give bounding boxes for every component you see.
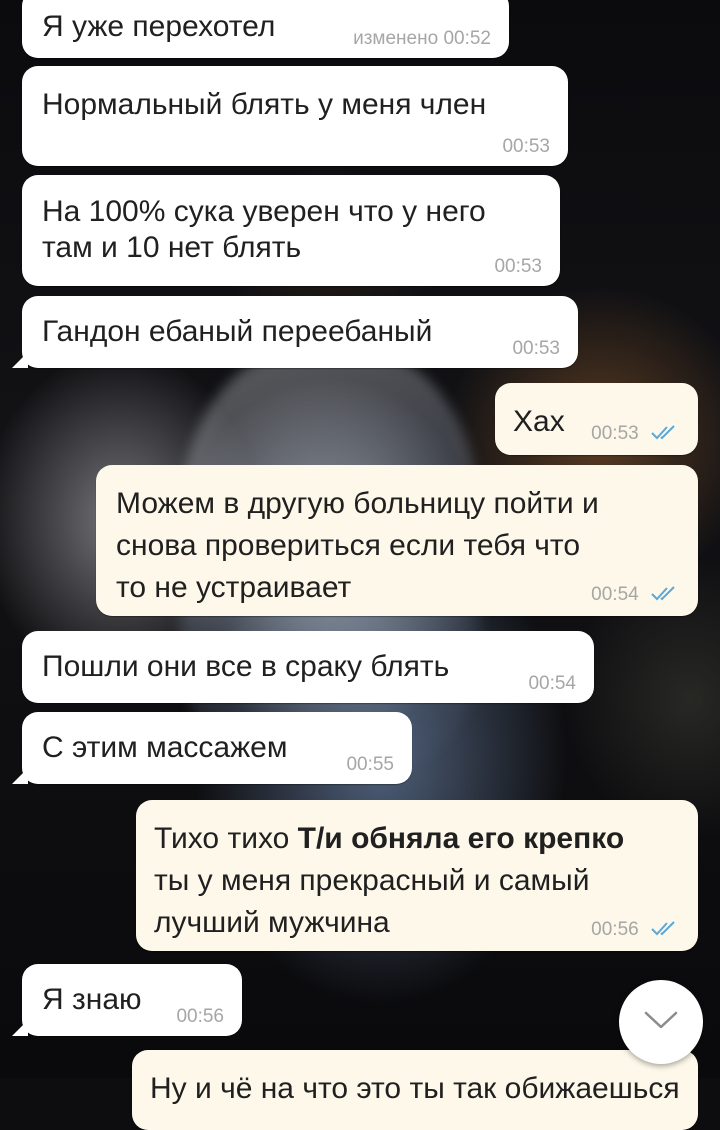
message-meta: 00:53 [591,423,680,445]
message-time: 00:52 [443,28,491,49]
double-check-icon [650,585,680,601]
message-time: 00:54 [528,673,576,694]
message-meta: 00:56 [591,919,680,941]
message-time: 00:53 [502,136,550,157]
message-time: 00:56 [591,919,639,940]
message-text-line: Можем в другую больницу пойти и [116,487,599,520]
message-incoming[interactable]: С этим массажем 00:55 [12,712,412,784]
message-text-line: Тихо тихо Т/и обняла его крепко [154,818,680,860]
message-time: 00:53 [591,423,639,444]
message-text-prefix: Тихо тихо [154,822,298,855]
message-time: 00:53 [512,338,560,359]
message-incoming[interactable]: Гандон ебаный переебаный 00:53 [12,296,578,368]
message-meta: 00:54 [591,584,680,606]
message-outgoing[interactable]: Тихо тихо Т/и обняла его крепко ты у мен… [136,800,698,951]
double-check-icon [650,424,680,440]
message-time: 00:53 [494,256,542,277]
message-text-line: снова провериться если тебя что [116,529,581,562]
message-time: 00:55 [346,754,394,775]
message-outgoing[interactable]: Можем в другую больницу пойти и снова пр… [96,465,698,616]
message-text: Ну и чё на что это ты так обижаешься [150,1072,680,1105]
chevron-down-icon [643,1010,679,1035]
scroll-down-button[interactable] [619,980,703,1064]
message-incoming[interactable]: На 100% сука уверен что у него там и 10 … [22,175,560,286]
message-incoming[interactable]: Нормальный блять у меня член 00:53 [22,66,568,166]
message-text: Гандон ебаный переебаный [42,315,433,348]
message-text-action: Т/и обняла его крепко [297,822,625,855]
message-incoming[interactable]: Я знаю 00:56 [12,964,242,1036]
message-text: Я знаю [42,983,142,1016]
double-check-icon [650,920,680,936]
message-text: Нормальный блять у меня член [42,88,487,121]
message-text: С этим массажем [42,731,288,764]
message-text-line: ты у меня прекрасный и самый [154,864,590,897]
message-time: 00:56 [176,1006,224,1027]
message-text: Хах [513,405,565,438]
message-incoming[interactable]: Я уже перехотел изменено 00:52 [22,0,509,58]
message-text: Я уже перехотел [42,10,276,43]
message-text: Пошли они все в сраку блять [42,650,450,683]
message-outgoing[interactable]: Ну и чё на что это ты так обижаешься [132,1050,698,1130]
message-time: 00:54 [591,584,639,605]
edited-label: изменено [353,28,439,49]
message-text-line: там и 10 нет блять [42,231,302,264]
message-outgoing[interactable]: Хах 00:53 [495,383,698,455]
message-meta: изменено 00:52 [353,28,491,50]
message-incoming[interactable]: Пошли они все в сраку блять 00:54 [22,631,594,703]
